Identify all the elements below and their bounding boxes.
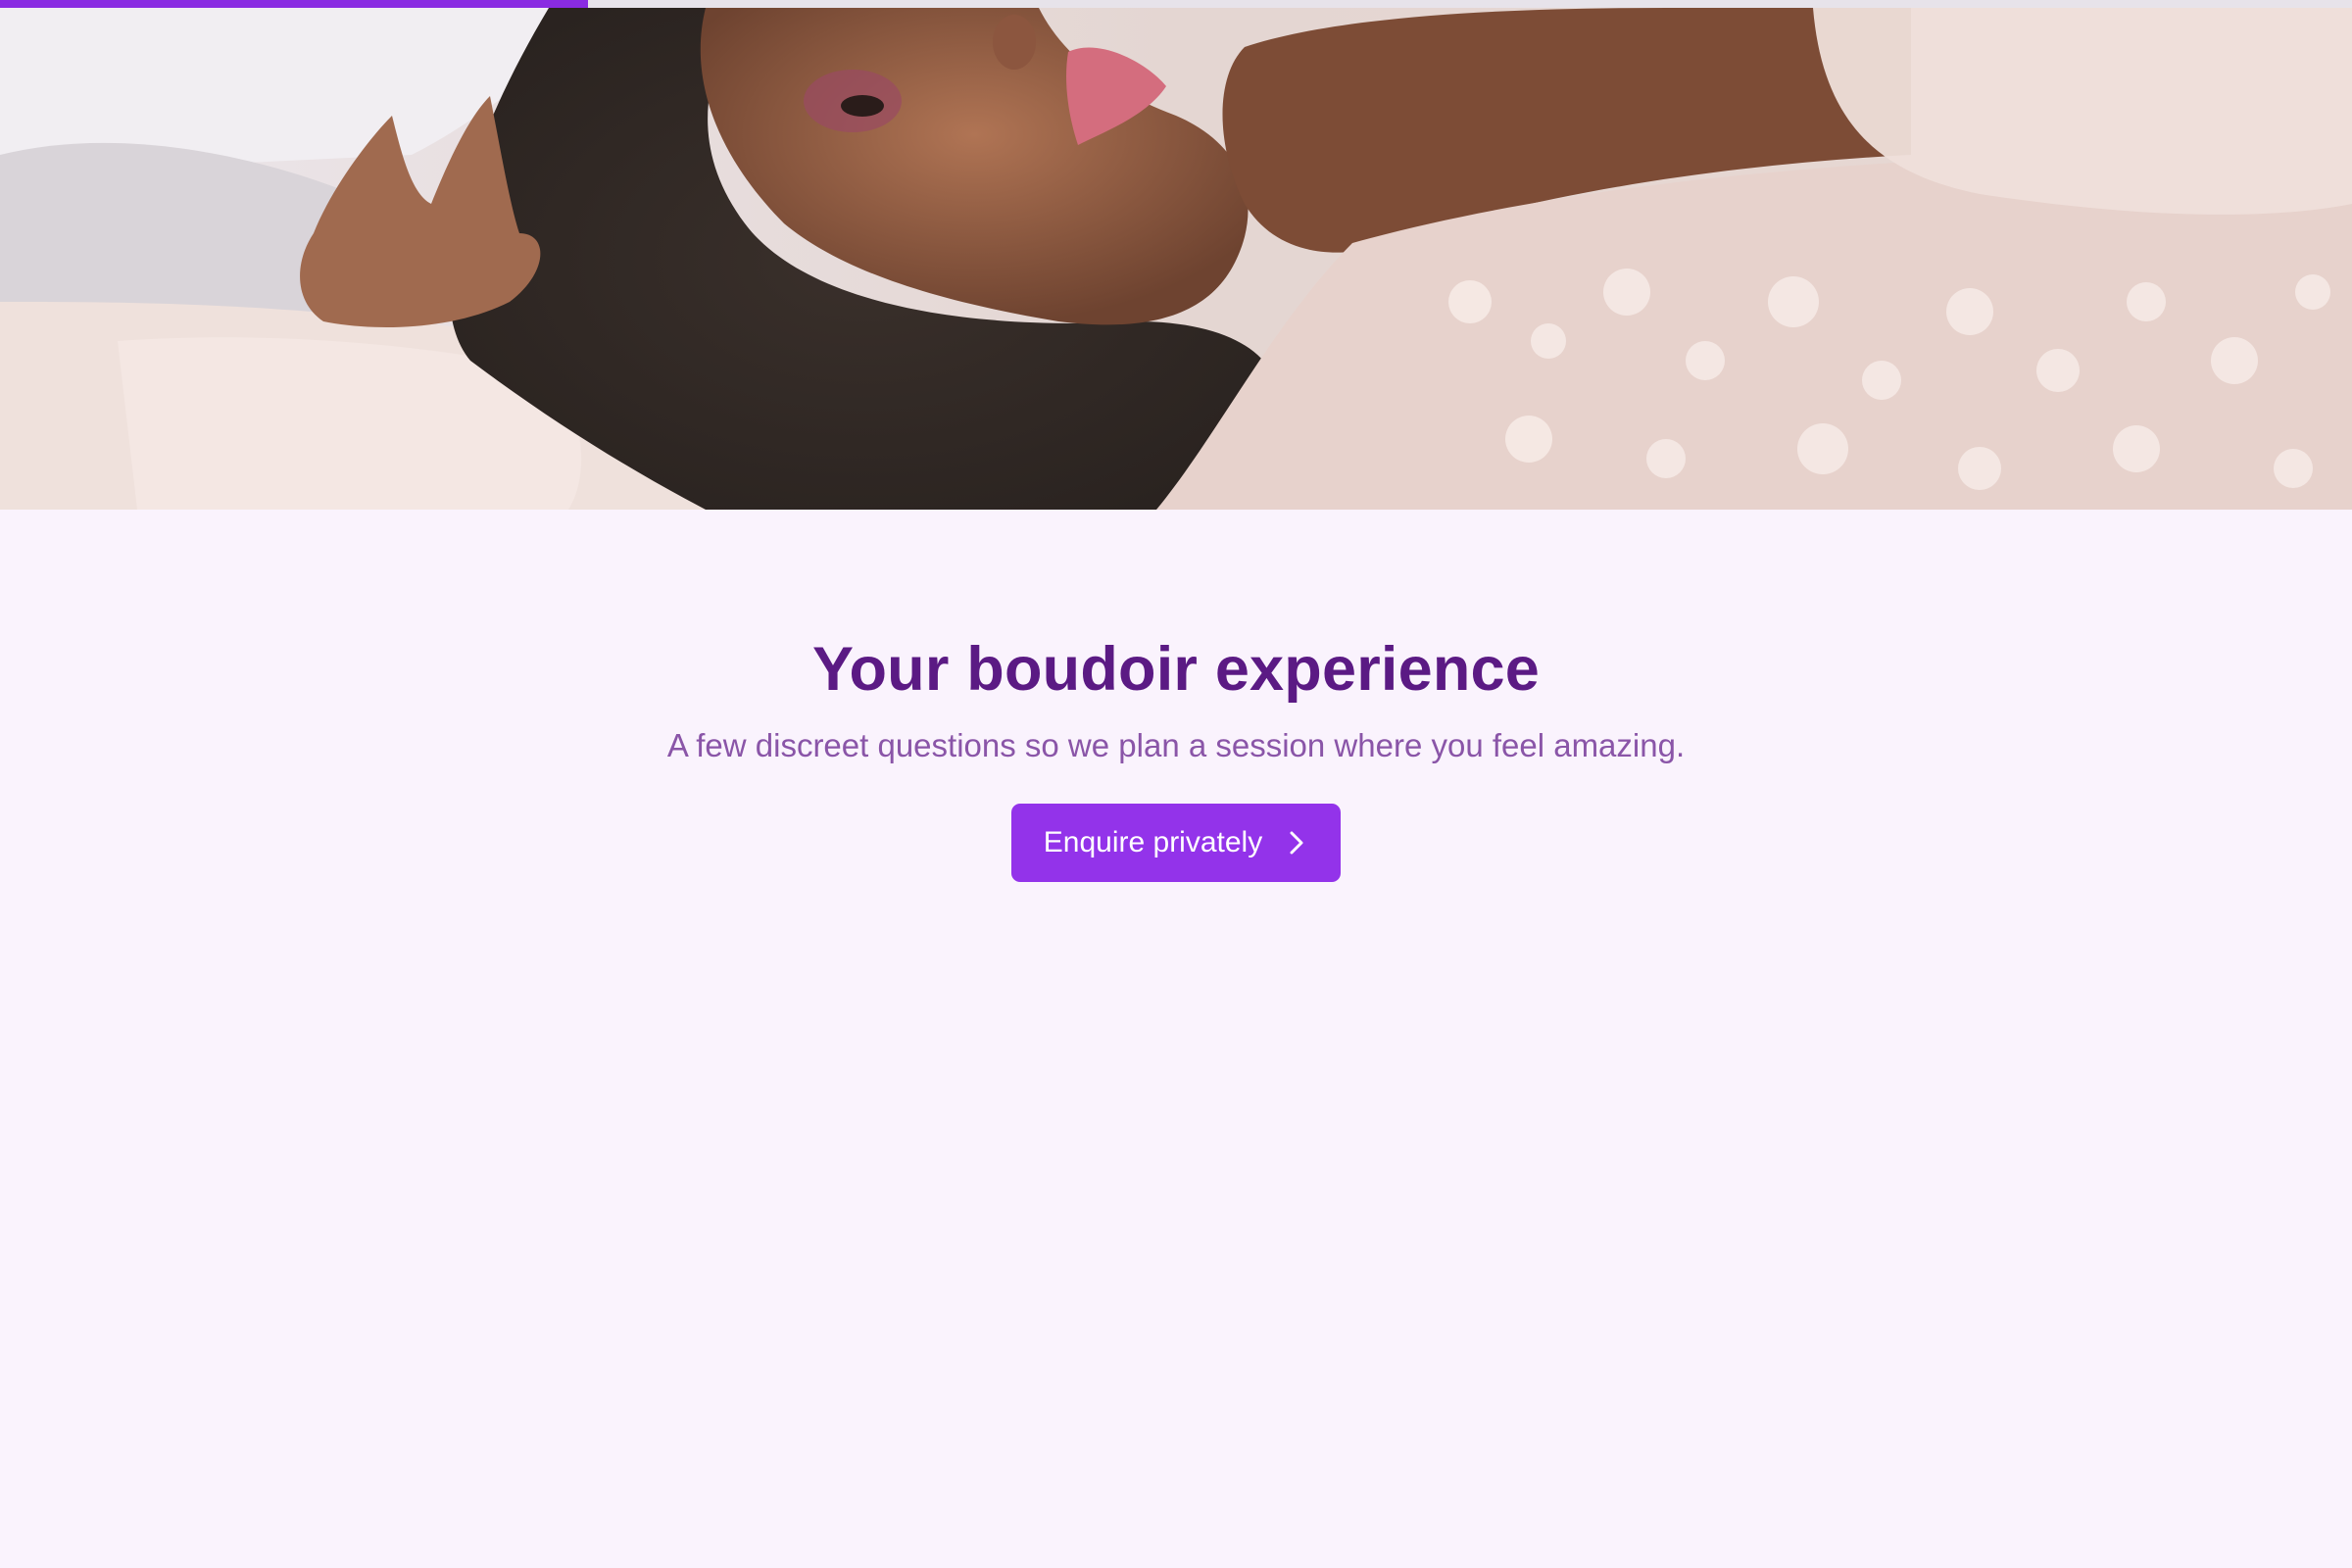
progress-bar [0, 0, 2352, 8]
chevron-right-icon [1286, 829, 1307, 857]
enquire-button-label: Enquire privately [1043, 826, 1263, 859]
page-title: Your boudoir experience [811, 635, 1541, 704]
intro-section: Your boudoir experience A few discreet q… [0, 510, 2352, 883]
page-subtitle: A few discreet questions so we plan a se… [666, 726, 1686, 763]
enquire-privately-button[interactable]: Enquire privately [1010, 804, 1342, 883]
progress-bar-fill [0, 0, 588, 8]
hero-photo [0, 8, 2352, 510]
